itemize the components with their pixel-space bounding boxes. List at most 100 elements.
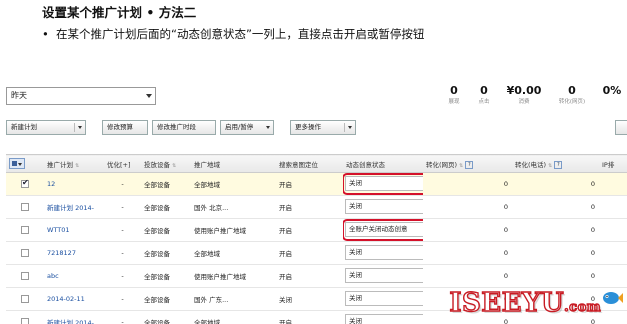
table-row[interactable]: 7218127- 全部设备 全部地域 开启 关闭 0 0 (6, 241, 627, 265)
col-label: 转化(网页) (426, 160, 458, 169)
toolbar-extra-button[interactable] (615, 120, 627, 135)
plan-name-link[interactable]: 12 (44, 172, 104, 196)
intent-cell: 开启 (276, 264, 343, 288)
plan-name-link[interactable]: 7218127 (44, 241, 104, 265)
date-range-select[interactable]: 昨天 (6, 87, 156, 105)
col-conv-tel[interactable]: 转化(电话) ⇅? (512, 154, 599, 173)
highlight-frame (343, 173, 423, 195)
col-optimize[interactable]: 优化[+] (104, 154, 141, 173)
edit-schedule-button[interactable]: 修改推广时段 (152, 120, 216, 135)
row-checkbox[interactable] (21, 295, 29, 303)
stat-label: 展现 (448, 99, 460, 105)
new-plan-label: 新建计划 (11, 123, 37, 131)
edit-budget-button[interactable]: 修改预算 (102, 120, 148, 135)
row-select-cell[interactable] (6, 287, 44, 311)
slide-bullet: • 在某个推广计划后面的“动态创意状态”一列上，直接点击开启或暂停按钮 (42, 26, 424, 42)
dynamic-status-control[interactable]: 关闭 (345, 268, 423, 283)
col-device[interactable]: 投放设备 ⇅ (141, 154, 191, 173)
watermark-tld: .com (563, 299, 601, 315)
col-plan[interactable]: 推广计划 ⇅ (44, 154, 104, 173)
col-conv-web[interactable]: 转化(网页) ⇅? (423, 154, 512, 173)
table-row[interactable]: WTT01- 全部设备 使用账户推广地域 开启 全账户关闭动态创意 0 0 (6, 218, 627, 242)
device-cell: 全部设备 (141, 287, 191, 311)
optimize-cell: - (104, 218, 141, 242)
stat-value: 0 (568, 84, 576, 97)
more-operations-label: 更多操作 (295, 123, 321, 131)
plan-name-link[interactable]: abc (44, 264, 104, 288)
plan-name-link[interactable]: 新建计划 2014- (44, 195, 104, 219)
select-all-checkbox[interactable] (9, 158, 25, 169)
dynamic-status-control[interactable]: 关闭 (345, 245, 423, 260)
ip-cell (599, 264, 627, 288)
intent-cell: 开启 (276, 172, 343, 196)
row-select-cell[interactable] (6, 172, 44, 196)
select-all-cell[interactable] (6, 154, 44, 173)
date-range-value: 昨天 (11, 91, 27, 100)
stat-conversion-web: 0 转化(网页) (554, 84, 590, 106)
conv-web-cell: 0 (423, 241, 512, 265)
device-cell: 全部设备 (141, 241, 191, 265)
row-checkbox[interactable] (21, 272, 29, 280)
plan-name-link[interactable]: WTT01 (44, 218, 104, 242)
sort-icon: ⇅ (459, 162, 464, 169)
plan-name-link[interactable]: 2014-02-11 (44, 287, 104, 311)
row-select-cell[interactable] (6, 241, 44, 265)
table-row[interactable]: 新建计划 2014- - 全部设备 国外 北京... 开启 关闭 0 0 (6, 195, 627, 219)
row-checkbox[interactable] (21, 226, 29, 234)
chevron-down-icon (146, 94, 152, 98)
device-cell: 全部设备 (141, 172, 191, 196)
region-cell: 使用账户推广地域 (191, 218, 276, 242)
more-operations-dropdown[interactable]: 更多操作 (290, 120, 356, 135)
col-dynamic-status[interactable]: 动态创意状态 (343, 154, 423, 173)
stat-cost: ¥0.00 消费 (502, 84, 546, 106)
device-cell: 全部设备 (141, 264, 191, 288)
row-select-cell[interactable] (6, 310, 44, 324)
col-ip[interactable]: IP排 (599, 154, 627, 173)
plan-name-link[interactable]: 新建计划 2014- (44, 310, 104, 324)
stat-label: 消费 (518, 99, 530, 105)
col-label: 投放设备 (144, 160, 170, 169)
device-cell: 全部设备 (141, 310, 191, 324)
dynamic-status-cell: 关闭 (343, 172, 423, 196)
divider (344, 123, 345, 132)
help-icon[interactable]: ? (465, 160, 474, 169)
col-intent[interactable]: 搜索意图定位 (276, 154, 343, 173)
col-region[interactable]: 推广地域 (191, 154, 276, 173)
ip-cell (599, 310, 627, 324)
ip-cell (599, 241, 627, 265)
row-select-cell[interactable] (6, 264, 44, 288)
dynamic-status-control[interactable]: 关闭 (345, 314, 423, 324)
enable-pause-dropdown[interactable]: 启用/暂停 (220, 120, 274, 135)
row-checkbox[interactable] (21, 318, 29, 324)
row-checkbox[interactable] (21, 178, 29, 188)
stat-value: 0 (480, 84, 488, 97)
conv-web-cell: 0 (423, 264, 512, 288)
dynamic-status-text: 关闭 (349, 202, 362, 210)
row-checkbox[interactable] (21, 203, 29, 211)
help-icon[interactable]: ? (554, 160, 563, 169)
conv-web-cell: 0 (423, 218, 512, 242)
dynamic-status-control[interactable]: 关闭 (345, 291, 423, 306)
enable-pause-label: 启用/暂停 (225, 123, 254, 131)
row-select-cell[interactable] (6, 218, 44, 242)
dynamic-status-control[interactable]: 关闭 (345, 199, 423, 214)
new-plan-dropdown[interactable]: 新建计划 (6, 120, 86, 135)
watermark-text: ISEEYU (449, 287, 565, 318)
region-cell: 使用账户推广地域 (191, 264, 276, 288)
stat-label: 点击 (478, 99, 490, 105)
row-select-cell[interactable] (6, 195, 44, 219)
row-checkbox[interactable] (21, 249, 29, 257)
stat-value: 0% (602, 84, 622, 97)
dynamic-status-text: 关闭 (349, 317, 362, 324)
table-row[interactable]: 12-全部设备全部地域开启关闭00 (6, 172, 627, 196)
optimize-cell: - (104, 310, 141, 324)
region-cell: 国外 北京... (191, 195, 276, 219)
bullet-text: 在某个推广计划后面的“动态创意状态”一列上，直接点击开启或暂停按钮 (56, 27, 425, 41)
stat-impressions: 0 展现 (442, 84, 466, 106)
table-header: 推广计划 ⇅ 优化[+] 投放设备 ⇅ 推广地域 搜索意图定位 动态创意状态 转… (6, 154, 627, 173)
dynamic-status-text: 关闭 (349, 271, 362, 279)
optimize-cell: - (104, 195, 141, 219)
divider (74, 123, 75, 132)
dynamic-status-text: 关闭 (349, 294, 362, 302)
table-row[interactable]: abc - 全部设备 使用账户推广地域 开启 关闭 0 0 (6, 264, 627, 288)
